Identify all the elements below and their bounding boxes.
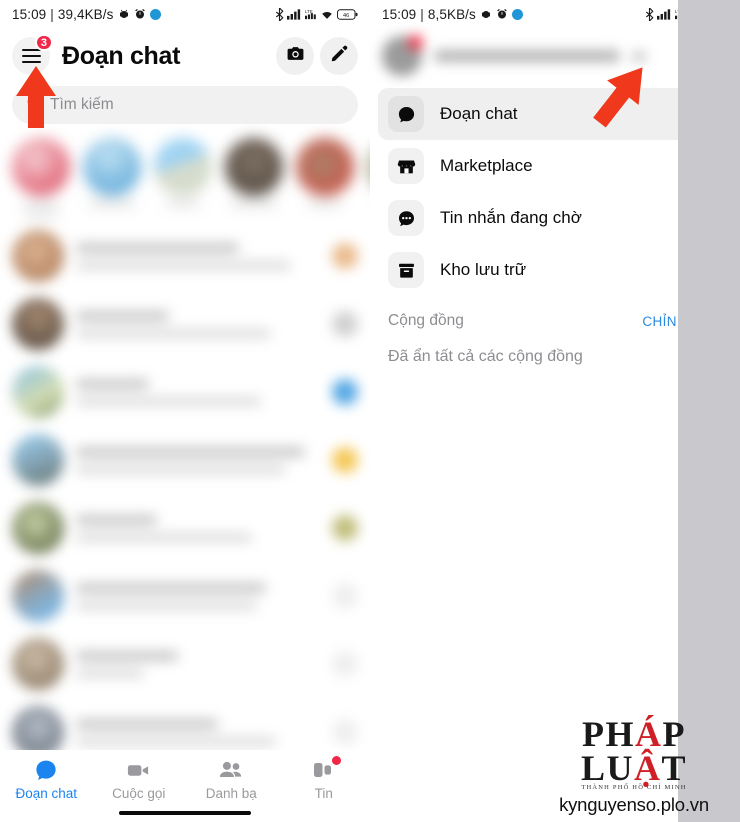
bluetooth-icon <box>275 7 284 21</box>
stories-unread-badge <box>331 756 341 765</box>
annotation-arrow-gear <box>593 67 643 128</box>
page-title: Đoạn chat <box>62 41 181 70</box>
stories-icon <box>313 756 341 782</box>
chat-list-item[interactable] <box>0 426 370 494</box>
status-separator: | <box>420 6 424 22</box>
android-icon <box>480 8 492 20</box>
status-right-group: LTE 46 <box>275 7 358 21</box>
story-item[interactable] <box>223 138 285 218</box>
signal-icon <box>287 8 302 20</box>
chat-bubble-icon <box>34 758 58 782</box>
chevron-down-icon <box>632 51 646 61</box>
watermark-logo-accent2: Ậ <box>634 748 662 789</box>
chat-bubble-icon <box>388 96 424 132</box>
nav-tab-chats[interactable]: Đoạn chat <box>0 758 93 801</box>
story-row[interactable] <box>0 132 370 222</box>
telegram-icon <box>149 8 161 20</box>
search-input[interactable]: Tìm kiếm <box>12 86 358 124</box>
avatar <box>382 35 423 76</box>
watermark-url: kynguyenso.plo.vn <box>559 794 709 815</box>
bluetooth-icon <box>645 7 654 21</box>
android-icon <box>118 8 130 20</box>
status-clock: 15:09 <box>382 6 417 22</box>
battery-icon: 46 <box>337 8 358 20</box>
wifi-icon <box>320 9 334 20</box>
watermark: PHÁP LUẬT THÀNH PHỐ HỒ CHÍ MINH kynguyen… <box>536 716 732 816</box>
chat-list-item[interactable] <box>0 630 370 698</box>
drawer-item-archive-label: Kho lưu trữ <box>440 260 527 279</box>
nav-tab-contacts-label: Danh bạ <box>205 786 257 801</box>
video-camera-icon <box>126 758 151 782</box>
bottom-navigation: Đoạn chat Cuộc gọi Danh bạ Tin <box>0 750 370 822</box>
drawer-item-marketplace-label: Marketplace <box>440 156 533 175</box>
watermark-logo-part3: T <box>661 748 688 789</box>
camera-button[interactable] <box>276 37 314 75</box>
status-clock: 15:09 <box>12 6 47 22</box>
status-network-speed: 39,4KB/s <box>57 6 114 22</box>
status-left-group: 15:09 | 39,4KB/s <box>12 7 161 22</box>
nav-tab-stories-label: Tin <box>314 786 333 801</box>
left-phone-screen: 15:09 | 39,4KB/s LTE 46 3 Đoạn chat Tìm … <box>0 0 370 822</box>
community-title: Cộng đồng <box>388 312 464 329</box>
chat-list-blurred-region <box>0 132 370 766</box>
left-status-bar: 15:09 | 39,4KB/s LTE 46 <box>0 0 370 28</box>
nav-tab-stories[interactable]: Tin <box>278 756 371 801</box>
battery-level-text: 46 <box>343 12 349 18</box>
hamburger-icon <box>21 48 41 64</box>
story-item[interactable] <box>81 138 143 218</box>
chat-list-item[interactable] <box>0 494 370 562</box>
chat-list-item[interactable] <box>0 358 370 426</box>
nav-tab-chats-label: Đoạn chat <box>15 786 78 801</box>
chat-list-item[interactable] <box>0 222 370 290</box>
watermark-logo: PHÁP LUẬT <box>536 716 732 789</box>
story-item[interactable] <box>294 138 356 218</box>
people-icon <box>218 758 244 782</box>
drawer-item-pending-messages-label: Tin nhắn đang chờ <box>440 208 582 227</box>
annotation-arrow-hamburger <box>16 66 56 128</box>
right-phone-screen: 15:09 | 8,5KB/s LTE <box>370 0 740 822</box>
chat-list-item[interactable] <box>0 562 370 630</box>
nav-tab-calls-label: Cuộc gọi <box>112 786 166 801</box>
alarm-icon <box>134 8 146 20</box>
dimmed-background-screen[interactable]: ay ng Gia Gia <box>678 0 740 822</box>
alarm-icon <box>496 8 508 20</box>
dimmed-content: ay ng Gia Gia <box>678 0 740 822</box>
nav-tab-calls[interactable]: Cuộc gọi <box>93 758 186 801</box>
storefront-icon <box>388 148 424 184</box>
story-item[interactable] <box>10 138 72 218</box>
camera-icon <box>286 44 305 68</box>
menu-unread-badge: 3 <box>34 34 53 51</box>
status-separator: | <box>50 6 54 22</box>
screenshot-stage: 15:09 | 39,4KB/s LTE 46 3 Đoạn chat Tìm … <box>0 0 740 822</box>
lte-icon: LTE <box>305 8 317 20</box>
compose-button[interactable] <box>320 37 358 75</box>
profile-name-blurred <box>434 50 620 62</box>
chat-list-item[interactable] <box>0 290 370 358</box>
status-left-group: 15:09 | 8,5KB/s <box>382 7 523 22</box>
signal-icon <box>657 8 672 20</box>
nav-tab-contacts[interactable]: Danh bạ <box>185 758 278 801</box>
telegram-icon <box>511 8 523 20</box>
chat-dots-icon <box>388 200 424 236</box>
home-indicator <box>119 810 251 815</box>
status-network-speed: 8,5KB/s <box>427 6 476 22</box>
story-item[interactable] <box>152 138 214 218</box>
pencil-icon <box>330 45 348 68</box>
archive-box-icon <box>388 252 424 288</box>
drawer-item-chats-label: Đoạn chat <box>440 104 518 123</box>
chat-list[interactable] <box>0 222 370 766</box>
